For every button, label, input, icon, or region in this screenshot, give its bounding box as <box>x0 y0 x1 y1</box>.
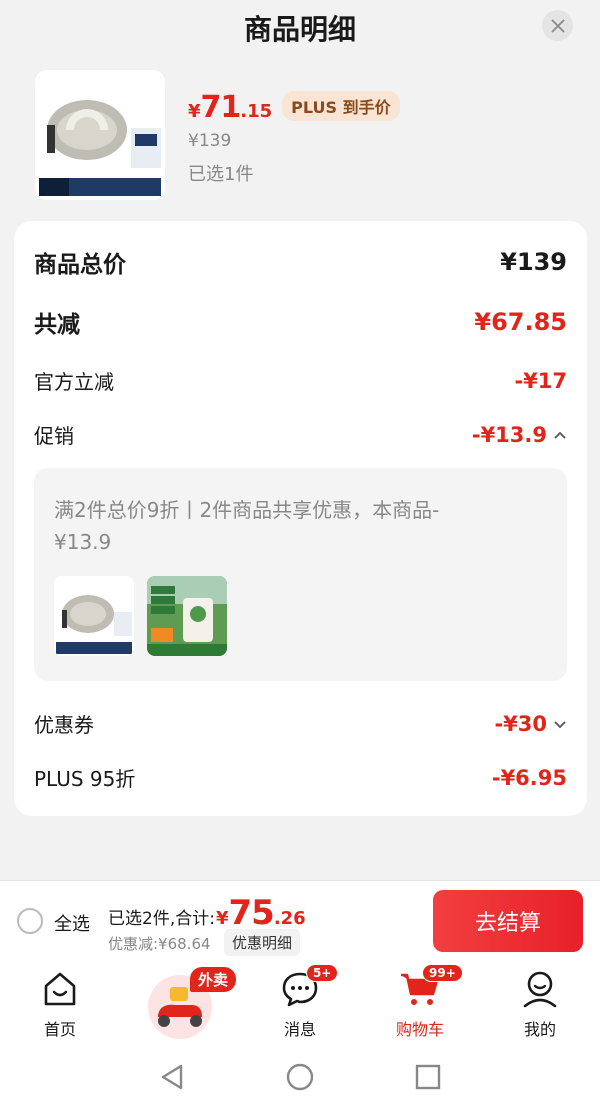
selected-count: 已选1件 <box>188 164 254 185</box>
chevron-down-icon <box>554 720 566 728</box>
promo-product-thumb-drink[interactable] <box>147 576 227 656</box>
back-icon <box>161 1064 183 1090</box>
close-button[interactable] <box>542 10 573 41</box>
plus-discount-value: -¥6.95 <box>491 765 567 790</box>
price-integer: 71 <box>200 90 242 125</box>
plus-discount-label: PLUS 95折 <box>34 767 136 791</box>
total-price-row: 商品总价 ¥139 <box>34 245 567 279</box>
close-icon <box>550 18 565 33</box>
price-currency: ¥ <box>188 101 201 122</box>
promotion-value: -¥13.9 <box>471 422 547 447</box>
promotion-description: 满2件总价9折丨2件商品共享优惠，本商品-¥13.9 <box>54 498 440 554</box>
tab-me[interactable]: 我的 <box>490 970 590 1040</box>
recents-icon <box>415 1064 441 1090</box>
checkout-bar: 全选 已选2件,合计: ¥ 75 .26 优惠减:¥68.64 优惠明细 去结算 <box>0 880 600 962</box>
coupon-label: 优惠券 <box>34 713 94 737</box>
total-reduce-value: ¥67.85 <box>474 308 567 336</box>
promo-product-thumb-bag[interactable] <box>54 576 134 656</box>
person-icon <box>523 971 557 1008</box>
total-reduce-row: 共减 ¥67.85 <box>34 305 567 339</box>
product-price: ¥ 71 .15 PLUS 到手价 <box>188 90 400 125</box>
plus-discount-row: PLUS 95折 -¥6.95 <box>34 763 567 792</box>
official-discount-label: 官方立减 <box>34 370 114 394</box>
total-reduce-label: 共减 <box>34 312 80 338</box>
coupon-row[interactable]: 优惠券 -¥30 <box>34 709 567 738</box>
home-icon <box>44 972 76 1006</box>
cart-total: 已选2件,合计: ¥ 75 .26 <box>108 893 306 933</box>
select-all-label[interactable]: 全选 <box>54 910 90 936</box>
plus-price-tag: PLUS 到手价 <box>282 91 400 121</box>
total-price-label: 商品总价 <box>34 252 126 278</box>
sheet-title: 商品明细 <box>243 13 356 46</box>
tab-cart-label: 购物车 <box>395 1020 444 1039</box>
tab-home[interactable]: 首页 <box>10 970 110 1040</box>
total-integer: 75 <box>228 893 274 933</box>
discount-summary: 优惠减:¥68.64 <box>108 935 211 953</box>
promotion-label: 促销 <box>34 424 74 448</box>
official-discount-row: 官方立减 -¥17 <box>34 366 567 395</box>
discount-detail-button[interactable]: 优惠明细 <box>224 929 301 956</box>
official-discount-value: -¥17 <box>514 368 567 393</box>
product-detail-sheet: 商品明细 ¥ 71 .15 PLUS 到手价 ¥139 已选1件 商品总价 ¥1… <box>0 0 600 880</box>
total-currency: ¥ <box>215 908 229 929</box>
recents-button[interactable] <box>413 1062 443 1092</box>
checkout-button[interactable]: 去结算 <box>433 890 583 952</box>
bottom-tabbar: 首页 消息 5+ 购物车 99+ 我的 <box>0 962 600 1044</box>
chevron-up-icon <box>554 431 566 439</box>
cart-badge: 99+ <box>422 964 463 982</box>
total-decimal: .26 <box>273 908 306 929</box>
total-prefix: 已选2件,合计: <box>108 909 215 929</box>
tab-me-label: 我的 <box>523 1020 556 1039</box>
waimai-tag: 外卖 <box>190 967 237 992</box>
tab-messages-label: 消息 <box>283 1020 316 1039</box>
tab-home-label: 首页 <box>43 1020 76 1039</box>
tab-messages[interactable]: 消息 <box>250 970 350 1040</box>
product-image[interactable] <box>35 70 165 200</box>
original-price: ¥139 <box>188 131 232 151</box>
price-decimal: .15 <box>240 101 273 122</box>
home-circle-icon <box>286 1063 314 1091</box>
home-nav-button[interactable] <box>285 1062 315 1092</box>
total-price-value: ¥139 <box>500 248 567 276</box>
promotion-detail-box: 满2件总价9折丨2件商品共享优惠，本商品-¥13.9 <box>34 468 567 681</box>
price-breakdown-card: 商品总价 ¥139 共减 ¥67.85 官方立减 -¥17 促销 -¥13.9 … <box>14 221 587 816</box>
promotion-row[interactable]: 促销 -¥13.9 <box>34 420 567 449</box>
select-all-checkbox[interactable] <box>17 908 43 934</box>
system-navbar <box>0 1044 600 1110</box>
coupon-value: -¥30 <box>494 711 547 736</box>
back-button[interactable] <box>157 1062 187 1092</box>
messages-badge: 5+ <box>306 964 339 982</box>
